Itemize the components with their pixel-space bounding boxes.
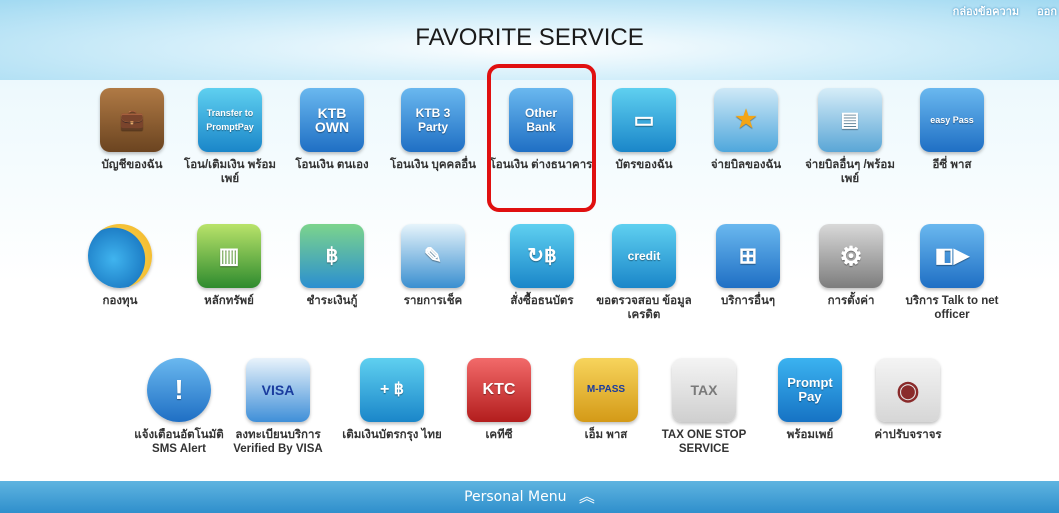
bill-star-icon: ★ xyxy=(714,88,778,152)
ktc-icon: KTC xyxy=(467,358,531,422)
tile-m-pass[interactable]: M-PASS เอ็ม พาส xyxy=(554,358,658,442)
tile-label: แจ้งเตือนอัตโนมัติ SMS Alert xyxy=(134,429,224,455)
tile-loan-payment[interactable]: ฿ ชำระเงินกู้ xyxy=(280,224,384,308)
tile-talk-to-officer[interactable]: ◧▶ บริการ Talk to net officer xyxy=(900,224,1004,322)
tile-label: กองทุน xyxy=(102,295,138,307)
tile-label: ชำระเงินกู้ xyxy=(306,295,358,307)
tile-pay-my-bills[interactable]: ★ จ่ายบิลของฉัน xyxy=(694,88,798,172)
tile-ktc[interactable]: KTC เคทีซี xyxy=(447,358,551,442)
tile-transfer-own[interactable]: KTB OWN โอนเงิน ตนเอง xyxy=(280,88,384,172)
chevron-up-icon: ︽ xyxy=(578,487,595,506)
bar-chart-icon: ▥ xyxy=(197,224,261,288)
tile-label: TAX ONE STOP SERVICE xyxy=(661,429,747,455)
topup-card-icon: + ฿ xyxy=(360,358,424,422)
transfer-3rd-party-icon: KTB 3 Party xyxy=(401,88,465,152)
bill-other-icon: ▤ xyxy=(818,88,882,152)
tile-easy-pass[interactable]: easy Pass อีซี่ พาส xyxy=(900,88,1004,172)
tax-icon: TAX xyxy=(672,358,736,422)
card-icon: ▭ xyxy=(612,88,676,152)
tile-label: จ่ายบิลอื่นๆ /พร้อมเพย์ xyxy=(805,159,895,185)
tile-transfer-third-party[interactable]: KTB 3 Party โอนเงิน บุคคลอื่น xyxy=(381,88,485,172)
loan-icon: ฿ xyxy=(300,224,364,288)
tile-label: บริการ Talk to net officer xyxy=(905,295,999,321)
transfer-promptpay-icon: Transfer to PromptPay xyxy=(198,88,262,152)
tile-topup-card[interactable]: + ฿ เติมเงินบัตรกรุง ไทย xyxy=(340,358,444,442)
tile-traffic-fine[interactable]: ◉ ค่าปรับจราจร xyxy=(856,358,960,442)
tile-label: โอน/เติมเงิน พร้อมเพย์ xyxy=(184,159,276,185)
tile-label: พร้อมเพย์ xyxy=(786,429,834,441)
tile-funds[interactable]: กองทุน xyxy=(68,224,172,308)
tile-sms-alert[interactable]: ! แจ้งเตือนอัตโนมัติ SMS Alert xyxy=(127,358,231,456)
tile-pay-other-bills[interactable]: ▤ จ่ายบิลอื่นๆ /พร้อมเพย์ xyxy=(798,88,902,186)
tile-promptpay[interactable]: Prompt Pay พร้อมเพย์ xyxy=(758,358,862,442)
tile-my-account[interactable]: 💼 บัญชีของฉัน xyxy=(80,88,184,172)
tile-order-banknotes[interactable]: ↻฿ สั่งซื้อธนบัตร xyxy=(490,224,594,308)
tile-label: หลักทรัพย์ xyxy=(204,295,254,307)
highlight-box xyxy=(487,64,596,212)
tile-settings[interactable]: ⚙ การตั้งค่า xyxy=(799,224,903,308)
service-grid: 💼 บัญชีของฉัน Transfer to PromptPay โอน/… xyxy=(0,0,1059,480)
pie-chart-icon xyxy=(88,224,152,288)
footer-label: Personal Menu xyxy=(464,489,567,505)
tile-label: จ่ายบิลของฉัน xyxy=(710,159,782,171)
tile-label: เคทีซี xyxy=(485,429,513,441)
credit-check-icon: credit xyxy=(612,224,676,288)
tile-my-cards[interactable]: ▭ บัตรของฉัน xyxy=(592,88,696,172)
tile-label: บัตรของฉัน xyxy=(615,159,673,171)
tile-label: เอ็ม พาส xyxy=(584,429,628,441)
settings-icon: ⚙ xyxy=(819,224,883,288)
tile-label: โอนเงิน บุคคลอื่น xyxy=(389,159,477,171)
visa-icon: VISA xyxy=(246,358,310,422)
tile-tax-one-stop[interactable]: TAX TAX ONE STOP SERVICE xyxy=(652,358,756,456)
tile-label: บริการอื่นๆ xyxy=(720,295,776,307)
tile-verified-by-visa[interactable]: VISA ลงทะเบียนบริการ Verified By VISA xyxy=(226,358,330,456)
tile-label: สั่งซื้อธนบัตร xyxy=(510,295,574,307)
tile-label: โอนเงิน ตนเอง xyxy=(295,159,369,171)
tile-label: บัญชีของฉัน xyxy=(101,159,163,171)
m-pass-icon: M-PASS xyxy=(574,358,638,422)
alert-icon: ! xyxy=(147,358,211,422)
promptpay-icon: Prompt Pay xyxy=(778,358,842,422)
wallet-icon: 💼 xyxy=(100,88,164,152)
tile-label: ค่าปรับจราจร xyxy=(874,429,942,441)
personal-menu-bar[interactable]: Personal Menu ︽ xyxy=(0,481,1059,513)
tile-label: เติมเงินบัตรกรุง ไทย xyxy=(342,429,442,441)
transfer-own-icon: KTB OWN xyxy=(300,88,364,152)
easy-pass-icon: easy Pass xyxy=(920,88,984,152)
tile-securities[interactable]: ▥ หลักทรัพย์ xyxy=(177,224,281,308)
tile-label: รายการเช็ค xyxy=(403,295,463,307)
tile-credit-check[interactable]: credit ขอตรวจสอบ ข้อมูลเครดิต xyxy=(592,224,696,322)
traffic-fine-icon: ◉ xyxy=(876,358,940,422)
tile-cheques[interactable]: ✎ รายการเช็ค xyxy=(381,224,485,308)
tile-label: ขอตรวจสอบ ข้อมูลเครดิต xyxy=(596,295,692,321)
currency-exchange-icon: ↻฿ xyxy=(510,224,574,288)
tile-other-services[interactable]: ⊞ บริการอื่นๆ xyxy=(696,224,800,308)
video-call-icon: ◧▶ xyxy=(920,224,984,288)
tile-transfer-promptpay[interactable]: Transfer to PromptPay โอน/เติมเงิน พร้อม… xyxy=(178,88,282,186)
tile-label: การตั้งค่า xyxy=(827,295,875,307)
other-services-icon: ⊞ xyxy=(716,224,780,288)
cheque-icon: ✎ xyxy=(401,224,465,288)
tile-label: ลงทะเบียนบริการ Verified By VISA xyxy=(233,429,323,455)
tile-label: อีซี่ พาส xyxy=(932,159,972,171)
